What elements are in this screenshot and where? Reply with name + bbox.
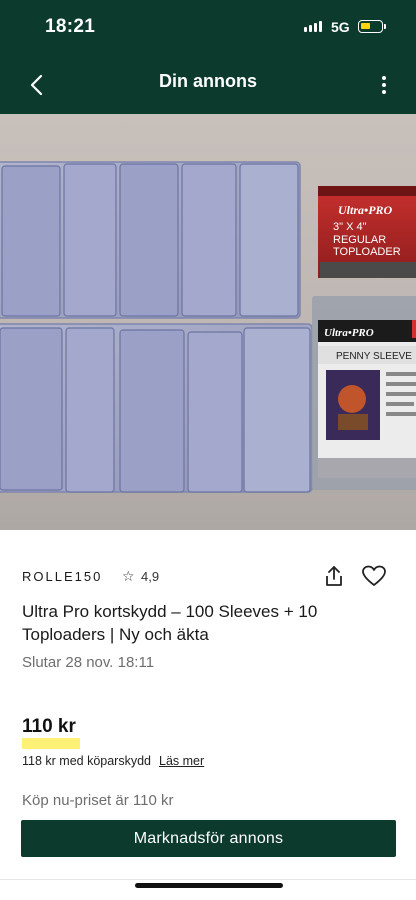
seller-rating: 4,9 bbox=[141, 569, 160, 584]
box1-product: TOPLOADER bbox=[333, 246, 401, 258]
toploaders-bottom-row bbox=[0, 323, 313, 493]
listing-title: Ultra Pro kortskydd – 100 Sleeves + 10 T… bbox=[22, 602, 318, 644]
penny-sleeves-pack: Ultra•PRO PENNY SLEEVE bbox=[312, 296, 416, 490]
promote-listing-button[interactable]: Marknadsför annons bbox=[21, 820, 396, 857]
status-time: 18:21 bbox=[45, 16, 96, 37]
share-icon[interactable] bbox=[322, 564, 346, 588]
more-options-icon[interactable] bbox=[372, 71, 396, 99]
toploaders-top-row bbox=[0, 161, 301, 319]
status-bar: 18:21 5G bbox=[0, 0, 416, 56]
battery-icon bbox=[358, 20, 386, 33]
signal-icon bbox=[304, 21, 322, 32]
star-icon: ☆ bbox=[122, 568, 135, 584]
buyer-protection-text: 118 kr med köparskydd bbox=[22, 754, 151, 768]
listing-price: 110 kr bbox=[22, 716, 76, 737]
price-block: 110 kr bbox=[22, 716, 80, 749]
buy-now-price: Köp nu-priset är 110 kr bbox=[22, 792, 174, 809]
heart-icon[interactable] bbox=[361, 564, 387, 588]
box2-label: PENNY SLEEVE bbox=[336, 351, 412, 362]
divider bbox=[0, 879, 416, 880]
read-more-link[interactable]: Läs mer bbox=[159, 754, 204, 768]
buyer-protection: 118 kr med köparskydd Läs mer bbox=[22, 754, 204, 768]
product-photo[interactable]: Ultra•PRO 3" X 4" REGULAR TOPLOADER Ultr… bbox=[0, 114, 416, 530]
toploader-box: Ultra•PRO 3" X 4" REGULAR TOPLOADER bbox=[318, 186, 416, 278]
home-indicator[interactable] bbox=[135, 883, 283, 888]
price-highlight bbox=[22, 738, 80, 749]
box1-type: REGULAR bbox=[333, 234, 386, 246]
seller-row: ROLLE150 ☆ 4,9 bbox=[22, 564, 396, 588]
page-title: Din annons bbox=[159, 71, 257, 91]
box2-brand: Ultra•PRO bbox=[324, 327, 374, 339]
box1-size: 3" X 4" bbox=[333, 221, 367, 233]
app-header: Din annons bbox=[0, 56, 416, 114]
listing-end-time: Slutar 28 nov. 18:11 bbox=[22, 654, 155, 671]
box1-brand: Ultra•PRO bbox=[338, 203, 393, 217]
network-label: 5G bbox=[331, 19, 350, 35]
seller-name[interactable]: ROLLE150 bbox=[22, 569, 102, 584]
